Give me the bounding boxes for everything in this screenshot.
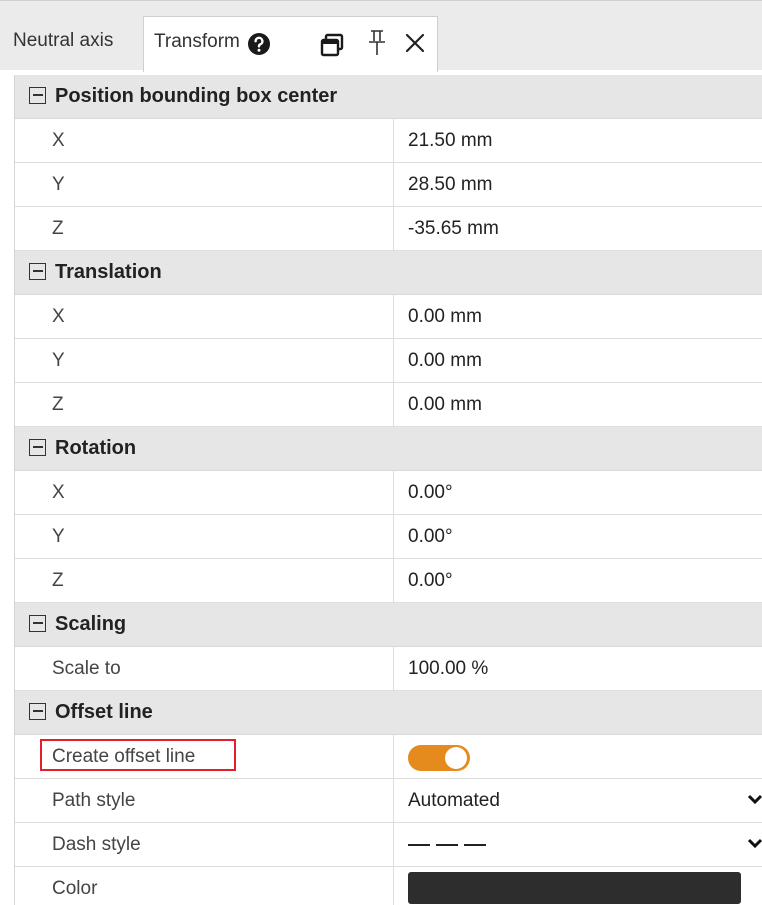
property-row-rotation-y: Y 0.00° (15, 515, 762, 559)
rotation-x-value[interactable]: 0.00° (393, 471, 762, 514)
property-row-rotation-z: Z 0.00° (15, 559, 762, 603)
property-label: Path style (52, 790, 136, 811)
collapse-icon[interactable] (29, 87, 46, 104)
position-z-value[interactable]: -35.65 mm (393, 207, 762, 250)
property-label: X (52, 482, 65, 503)
create-offset-line-cell (393, 735, 762, 778)
property-label: X (52, 306, 65, 327)
group-translation[interactable]: Translation (15, 251, 762, 295)
property-label: Create offset line (52, 746, 196, 767)
collapse-icon[interactable] (29, 615, 46, 632)
close-icon[interactable] (404, 32, 426, 54)
tab-neutral-axis[interactable]: Neutral axis (0, 16, 143, 69)
property-label: Z (52, 394, 64, 415)
chevron-down-icon[interactable] (747, 838, 762, 850)
create-offset-line-toggle[interactable] (408, 745, 470, 771)
property-label: X (52, 130, 65, 151)
scale-to-value[interactable]: 100.00 % (393, 647, 762, 690)
dash-pattern-icon (408, 844, 488, 846)
translation-x-value[interactable]: 0.00 mm (393, 295, 762, 338)
property-grid: Position bounding box center X 21.50 mm … (14, 75, 762, 905)
property-label: Y (52, 350, 65, 371)
translation-y-value[interactable]: 0.00 mm (393, 339, 762, 382)
translation-z-value[interactable]: 0.00 mm (393, 383, 762, 426)
property-label: Z (52, 218, 64, 239)
property-row-scale-to: Scale to 100.00 % (15, 647, 762, 691)
property-label: Z (52, 570, 64, 591)
path-style-selected-value: Automated (408, 790, 500, 811)
group-rotation[interactable]: Rotation (15, 427, 762, 471)
property-row-create-offset-line: Create offset line (15, 735, 762, 779)
tab-transform[interactable]: Transform (143, 16, 438, 72)
collapse-icon[interactable] (29, 703, 46, 720)
group-title: Position bounding box center (55, 85, 338, 107)
property-row-dash-style: Dash style (15, 823, 762, 867)
property-row-position-y: Y 28.50 mm (15, 163, 762, 207)
group-scaling[interactable]: Scaling (15, 603, 762, 647)
dash-style-select[interactable] (393, 823, 762, 866)
collapse-icon[interactable] (29, 439, 46, 456)
color-cell (393, 867, 762, 905)
group-title: Scaling (55, 613, 127, 635)
chevron-down-icon[interactable] (747, 794, 762, 806)
color-swatch[interactable] (408, 872, 741, 904)
tab-transform-label: Transform (154, 31, 240, 52)
pin-icon[interactable] (366, 29, 388, 57)
property-row-translation-z: Z 0.00 mm (15, 383, 762, 427)
property-label: Scale to (52, 658, 121, 679)
property-row-position-z: Z -35.65 mm (15, 207, 762, 251)
collapse-icon[interactable] (29, 263, 46, 280)
position-y-value[interactable]: 28.50 mm (393, 163, 762, 206)
group-offset-line[interactable]: Offset line (15, 691, 762, 735)
property-row-color: Color (15, 867, 762, 905)
property-row-path-style: Path style Automated (15, 779, 762, 823)
rotation-y-value[interactable]: 0.00° (393, 515, 762, 558)
toggle-knob (445, 747, 467, 769)
group-title: Offset line (55, 701, 153, 723)
path-style-select[interactable]: Automated (393, 779, 762, 822)
rotation-z-value[interactable]: 0.00° (393, 559, 762, 602)
property-label: Dash style (52, 834, 141, 855)
panel-tab-bar: Neutral axis Transform (0, 0, 762, 72)
group-title: Translation (55, 261, 162, 283)
property-label: Y (52, 174, 65, 195)
property-label: Y (52, 526, 65, 547)
help-circle-icon[interactable] (247, 32, 271, 56)
group-position-bounding-box-center[interactable]: Position bounding box center (15, 75, 762, 119)
group-title: Rotation (55, 437, 137, 459)
property-row-translation-x: X 0.00 mm (15, 295, 762, 339)
property-row-translation-y: Y 0.00 mm (15, 339, 762, 383)
property-label: Color (52, 878, 98, 899)
property-row-rotation-x: X 0.00° (15, 471, 762, 515)
property-row-position-x: X 21.50 mm (15, 119, 762, 163)
position-x-value[interactable]: 21.50 mm (393, 119, 762, 162)
window-restore-icon[interactable] (320, 33, 344, 57)
